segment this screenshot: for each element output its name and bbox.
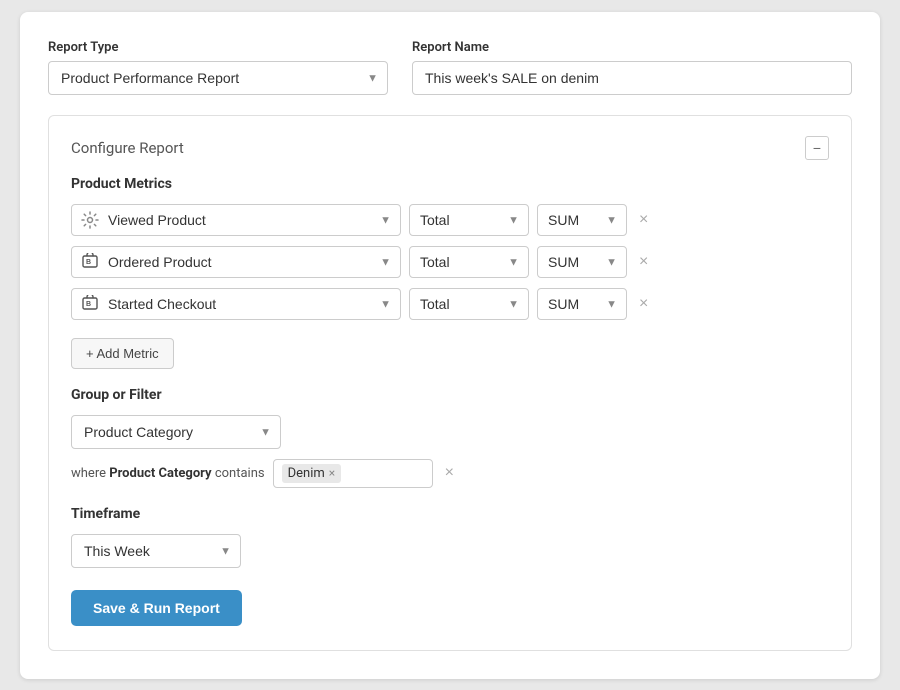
configure-header: Configure Report − (71, 136, 829, 160)
report-name-label: Report Name (412, 40, 852, 55)
started-checkout-select[interactable]: Started Checkout Viewed Product Ordered … (71, 288, 401, 320)
product-metrics-title: Product Metrics (71, 176, 829, 192)
group-filter-select[interactable]: Product Category Product Name Product SK… (71, 415, 281, 449)
group-filter-title: Group or Filter (71, 387, 829, 403)
product-metrics-section: Product Metrics Viewed Product Ordered P… (71, 176, 829, 369)
metric-row-ordered-product: B Ordered Product Viewed Product Started… (71, 246, 829, 278)
configure-title: Configure Report (71, 139, 184, 157)
report-type-label: Report Type (48, 40, 388, 55)
metric-row-started-checkout: B Started Checkout Viewed Product Ordere… (71, 288, 829, 320)
viewed-product-select[interactable]: Viewed Product Ordered Product Started C… (71, 204, 401, 236)
group-filter-section: Group or Filter Product Category Product… (71, 387, 829, 488)
filter-field-name: Product Category (109, 466, 211, 481)
started-checkout-aggregation-select[interactable]: Total Unique Per User (409, 288, 529, 320)
viewed-product-function-wrapper[interactable]: SUM AVG MIN MAX ▼ (537, 204, 627, 236)
main-container: Report Type Product Performance Report S… (20, 12, 880, 679)
timeframe-select[interactable]: This Week Last Week This Month Last Mont… (71, 534, 241, 568)
ordered-product-function-wrapper[interactable]: SUM AVG MIN MAX ▼ (537, 246, 627, 278)
ordered-product-select-wrapper[interactable]: B Ordered Product Viewed Product Started… (71, 246, 401, 278)
filter-tag-input[interactable]: Denim × (273, 459, 433, 488)
timeframe-section: Timeframe This Week Last Week This Month… (71, 506, 829, 568)
metric-row-viewed-product: Viewed Product Ordered Product Started C… (71, 204, 829, 236)
denim-tag: Denim × (282, 464, 342, 483)
save-run-button[interactable]: Save & Run Report (71, 590, 242, 626)
configure-section: Configure Report − Product Metrics Viewe… (48, 115, 852, 651)
report-name-input[interactable] (412, 61, 852, 95)
viewed-product-remove-button[interactable]: × (635, 208, 652, 232)
started-checkout-remove-button[interactable]: × (635, 292, 652, 316)
viewed-product-aggregation-wrapper[interactable]: Total Unique Per User ▼ (409, 204, 529, 236)
started-checkout-function-select[interactable]: SUM AVG MIN MAX (537, 288, 627, 320)
filter-row: where Product Category contains Denim × … (71, 459, 829, 488)
collapse-button[interactable]: − (805, 136, 829, 160)
report-type-select-wrapper[interactable]: Product Performance Report Sales Report … (48, 61, 388, 95)
started-checkout-function-wrapper[interactable]: SUM AVG MIN MAX ▼ (537, 288, 627, 320)
ordered-product-select[interactable]: Ordered Product Viewed Product Started C… (71, 246, 401, 278)
top-row: Report Type Product Performance Report S… (48, 40, 852, 95)
filter-clear-button[interactable]: × (441, 462, 458, 484)
report-type-select[interactable]: Product Performance Report Sales Report … (48, 61, 388, 95)
report-name-group: Report Name (412, 40, 852, 95)
timeframe-title: Timeframe (71, 506, 829, 522)
denim-tag-label: Denim (288, 466, 325, 481)
ordered-product-function-select[interactable]: SUM AVG MIN MAX (537, 246, 627, 278)
filter-where-text: where Product Category contains (71, 466, 265, 481)
group-filter-select-wrapper[interactable]: Product Category Product Name Product SK… (71, 415, 281, 449)
viewed-product-aggregation-select[interactable]: Total Unique Per User (409, 204, 529, 236)
viewed-product-select-wrapper[interactable]: Viewed Product Ordered Product Started C… (71, 204, 401, 236)
add-metric-button[interactable]: + Add Metric (71, 338, 174, 369)
ordered-product-aggregation-wrapper[interactable]: Total Unique Per User ▼ (409, 246, 529, 278)
started-checkout-select-wrapper[interactable]: B Started Checkout Viewed Product Ordere… (71, 288, 401, 320)
report-type-group: Report Type Product Performance Report S… (48, 40, 388, 95)
timeframe-select-wrapper[interactable]: This Week Last Week This Month Last Mont… (71, 534, 241, 568)
denim-tag-remove-icon[interactable]: × (329, 467, 335, 479)
ordered-product-aggregation-select[interactable]: Total Unique Per User (409, 246, 529, 278)
started-checkout-aggregation-wrapper[interactable]: Total Unique Per User ▼ (409, 288, 529, 320)
viewed-product-function-select[interactable]: SUM AVG MIN MAX (537, 204, 627, 236)
ordered-product-remove-button[interactable]: × (635, 250, 652, 274)
